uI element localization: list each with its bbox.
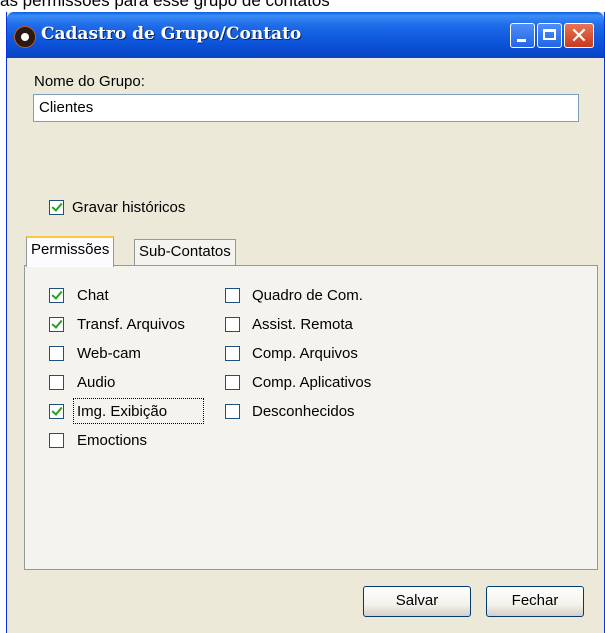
permission-emoctions-label[interactable]: Emoctions — [77, 432, 147, 449]
tab-sub-contatos[interactable]: Sub-Contatos — [134, 239, 236, 267]
title-bar[interactable]: Cadastro de Grupo/Contato ✕ — [7, 12, 604, 58]
permission-quadro-com-checkbox[interactable] — [225, 288, 240, 303]
app-logo-icon[interactable] — [14, 26, 36, 48]
permission-chat-label[interactable]: Chat — [77, 287, 109, 304]
permission-web-cam-checkbox[interactable] — [49, 346, 64, 361]
permission-comp-aplicativos-checkbox[interactable] — [225, 375, 240, 390]
background-caption: as permissões para esse grupo de contato… — [0, 0, 330, 10]
permission-audio-checkbox[interactable] — [49, 375, 64, 390]
permission-img-exibicao-label[interactable]: Img. Exibição — [77, 403, 167, 420]
permission-chat-checkbox[interactable] — [49, 288, 64, 303]
permission-assist-remota-label[interactable]: Assist. Remota — [252, 316, 353, 333]
permission-desconhecidos-label[interactable]: Desconhecidos — [252, 403, 355, 420]
close-dialog-button[interactable]: Fechar — [486, 586, 584, 617]
permission-web-cam-label[interactable]: Web-cam — [77, 345, 141, 362]
minimize-icon — [517, 39, 526, 42]
tab-label: Sub-Contatos — [139, 243, 231, 260]
maximize-icon — [543, 29, 556, 40]
permission-img-exibicao-checkbox[interactable] — [49, 404, 64, 419]
save-history-checkbox[interactable] — [49, 200, 64, 215]
permission-transf-arquivos-label[interactable]: Transf. Arquivos — [77, 316, 185, 333]
tab-label: Permissões — [31, 241, 110, 258]
permission-comp-aplicativos-label[interactable]: Comp. Aplicativos — [252, 374, 371, 391]
close-button[interactable]: ✕ — [564, 23, 594, 48]
group-name-label: Nome do Grupo: — [34, 73, 145, 90]
save-button[interactable]: Salvar — [363, 586, 471, 617]
group-name-input[interactable]: Clientes — [33, 94, 579, 122]
permission-comp-arquivos-label[interactable]: Comp. Arquivos — [252, 345, 358, 362]
permission-audio-label[interactable]: Audio — [77, 374, 115, 391]
minimize-button[interactable] — [510, 23, 535, 48]
permission-desconhecidos-checkbox[interactable] — [225, 404, 240, 419]
maximize-button[interactable] — [537, 23, 562, 48]
window-title: Cadastro de Grupo/Contato — [41, 24, 302, 44]
permission-transf-arquivos-checkbox[interactable] — [49, 317, 64, 332]
tab-permissoes[interactable]: Permissões — [26, 236, 115, 267]
save-history-label[interactable]: Gravar históricos — [72, 199, 185, 216]
permission-comp-arquivos-checkbox[interactable] — [225, 346, 240, 361]
permission-quadro-com-label[interactable]: Quadro de Com. — [252, 287, 363, 304]
close-icon: ✕ — [569, 23, 589, 48]
permission-assist-remota-checkbox[interactable] — [225, 317, 240, 332]
permission-emoctions-checkbox[interactable] — [49, 433, 64, 448]
